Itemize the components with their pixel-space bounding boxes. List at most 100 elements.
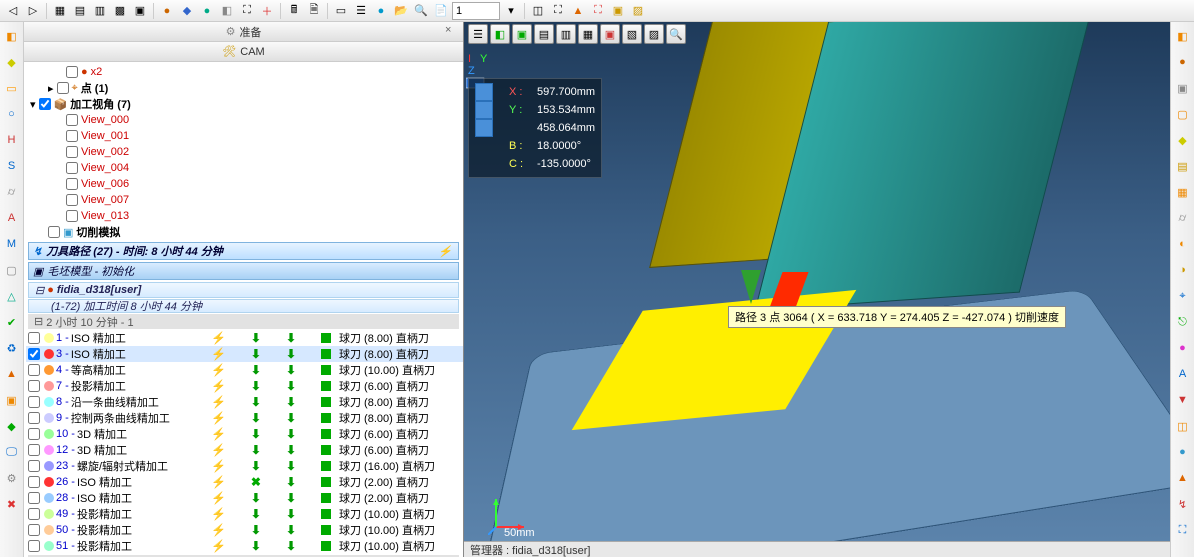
op-checkbox[interactable] — [28, 540, 40, 552]
op-row-4[interactable]: 4 - 等高精加工⚡⬇⬇球刀 (10.00) 直柄刀 — [26, 362, 463, 378]
cam-header[interactable]: 🛠 CAM — [24, 42, 463, 62]
rail-tri-icon[interactable]: ▲ — [2, 364, 22, 384]
rr-cube-icon[interactable]: ◧ — [1173, 26, 1193, 46]
rr-pink-icon[interactable]: ● — [1173, 338, 1193, 358]
time-group-1[interactable]: ⊟ 2 小时 10 分钟 - 1 — [28, 314, 459, 329]
viewport-3d[interactable]: ☰ ◧ ▣ ▤ ▥ ▦ ▣ ▧ ▨ 🔍 IYZ X :597.700mm Y :… — [464, 22, 1170, 557]
rail-green-icon[interactable]: ◆ — [2, 416, 22, 436]
layer-icon[interactable]: ▭ — [332, 2, 350, 20]
op-checkbox[interactable] — [28, 364, 40, 376]
rr-half-icon[interactable]: ◐ — [1173, 234, 1193, 254]
op-checkbox[interactable] — [28, 380, 40, 392]
rail-cube-icon[interactable]: ◧ — [2, 26, 22, 46]
op-row-7[interactable]: 7 - 投影精加工⚡⬇⬇球刀 (6.00) 直柄刀 — [26, 378, 463, 394]
tree-view-2[interactable]: View_002 — [62, 144, 463, 160]
rr-orange-icon[interactable]: ▦ — [1173, 182, 1193, 202]
op-row-3[interactable]: 3 - ISO 精加工⚡⬇⬇球刀 (8.00) 直柄刀 — [26, 346, 463, 362]
rail-box-icon[interactable]: ▢ — [2, 260, 22, 280]
rail-s-icon[interactable]: S — [2, 156, 22, 176]
rail-recyc-icon[interactable]: ♻ — [2, 338, 22, 358]
op-row-23[interactable]: 23 - 螺旋/辐射式精加工⚡⬇⬇球刀 (16.00) 直柄刀 — [26, 458, 463, 474]
rail-yellow-icon[interactable]: ◆ — [2, 52, 22, 72]
viewfolder-checkbox[interactable] — [39, 98, 51, 110]
open-icon[interactable]: 📂 — [392, 2, 410, 20]
view-checkbox[interactable] — [66, 146, 78, 158]
op-checkbox[interactable] — [28, 492, 40, 504]
point-checkbox[interactable] — [57, 82, 69, 94]
red-cube-icon[interactable]: ▣ — [600, 24, 620, 44]
op-checkbox[interactable] — [28, 332, 40, 344]
rr-half2-icon[interactable]: ◑ — [1173, 260, 1193, 280]
op-checkbox[interactable] — [28, 524, 40, 536]
gray-cube3-icon[interactable]: ▦ — [578, 24, 598, 44]
gray-cube5-icon[interactable]: ▨ — [644, 24, 664, 44]
view-checkbox[interactable] — [66, 194, 78, 206]
grid1-icon[interactable]: ▦ — [51, 2, 69, 20]
op-checkbox[interactable] — [28, 508, 40, 520]
poly-icon[interactable]: ◆ — [178, 2, 196, 20]
red-fit-icon[interactable]: ⛶ — [589, 2, 607, 20]
rr-yellow-icon[interactable]: ◆ — [1173, 130, 1193, 150]
op-row-51[interactable]: 51 - 投影精加工⚡⬇⬇球刀 (10.00) 直柄刀 — [26, 538, 463, 554]
rail-x-icon[interactable]: ✖ — [2, 494, 22, 514]
view-checkbox[interactable] — [66, 210, 78, 222]
zoom-icon[interactable]: 🔍 — [412, 2, 430, 20]
rr-blue-icon[interactable]: ● — [1173, 442, 1193, 462]
op-checkbox[interactable] — [28, 348, 40, 360]
rail-h-icon[interactable]: H — [2, 130, 22, 150]
rail-cyl-icon[interactable]: ⌭ — [2, 182, 22, 202]
op-row-26[interactable]: 26 - ISO 精加工⚡✖⬇球刀 (2.00) 直柄刀 — [26, 474, 463, 490]
tree-point[interactable]: ▸ ⌖ 点 (1) — [44, 80, 463, 96]
tree-view-1[interactable]: View_001 — [62, 128, 463, 144]
rr-ball-icon[interactable]: ● — [1173, 52, 1193, 72]
rr-fit-icon[interactable]: ⛶ — [1173, 520, 1193, 540]
tree-view-4[interactable]: View_006 — [62, 176, 463, 192]
rail-check-icon[interactable]: ✔ — [2, 312, 22, 332]
gray-cube4-icon[interactable]: ▧ — [622, 24, 642, 44]
minus-icon[interactable]: ⊟ — [35, 284, 44, 297]
green-cube-icon[interactable]: ▣ — [512, 24, 532, 44]
x-cube-icon[interactable] — [475, 83, 493, 101]
rr-link-icon[interactable]: ⎋ — [1173, 312, 1193, 332]
ball1-icon[interactable]: ● — [158, 2, 176, 20]
tree-body[interactable]: ● x2 ▸ ⌖ 点 (1) ▾ 📦 加工视角 (7) View_000View… — [24, 62, 463, 557]
tree-view-6[interactable]: View_013 — [62, 208, 463, 224]
minus2-icon[interactable]: ⊟ — [34, 315, 43, 328]
toolpath-group[interactable]: ↯ 刀具路径 (27) - 时间: 8 小时 44 分钟 ⚡ — [28, 242, 459, 260]
op-checkbox[interactable] — [28, 444, 40, 456]
ball2-icon[interactable]: ● — [198, 2, 216, 20]
stock-group[interactable]: ▣ 毛坯模型 - 初始化 — [28, 262, 459, 280]
op-row-28[interactable]: 28 - ISO 精加工⚡⬇⬇球刀 (2.00) 直柄刀 — [26, 490, 463, 506]
op-checkbox[interactable] — [28, 412, 40, 424]
view-checkbox[interactable] — [66, 178, 78, 190]
z-cube-icon[interactable] — [475, 119, 493, 137]
y-cube-icon[interactable] — [475, 101, 493, 119]
rr-down-icon[interactable]: ▼ — [1173, 390, 1193, 410]
tree-view-0[interactable]: View_000 — [62, 112, 463, 128]
gray-cube1-icon[interactable]: ▤ — [534, 24, 554, 44]
grid3-icon[interactable]: ▥ — [91, 2, 109, 20]
op-row-9[interactable]: 9 - 控制两条曲线精加工⚡⬇⬇球刀 (8.00) 直柄刀 — [26, 410, 463, 426]
fit2-icon[interactable]: ⛶ — [549, 2, 567, 20]
grid4-icon[interactable]: ▩ — [111, 2, 129, 20]
gold-box2-icon[interactable]: ▨ — [629, 2, 647, 20]
ball3-icon[interactable]: ● — [372, 2, 390, 20]
op-row-49[interactable]: 49 - 投影精加工⚡⬇⬇球刀 (10.00) 直柄刀 — [26, 506, 463, 522]
iso-cube-icon[interactable]: ◧ — [490, 24, 510, 44]
calc-icon[interactable]: 🖩 — [285, 2, 303, 20]
tree-x2[interactable]: ● x2 — [62, 64, 463, 80]
tree-view-5[interactable]: View_007 — [62, 192, 463, 208]
op-checkbox[interactable] — [28, 428, 40, 440]
rr-gold-icon[interactable]: ▤ — [1173, 156, 1193, 176]
page-icon[interactable]: 📄 — [432, 2, 450, 20]
rail-face-icon[interactable]: ▭ — [2, 78, 22, 98]
rr-warn-icon[interactable]: ▲ — [1173, 468, 1193, 488]
prep-header[interactable]: ⚙ 准备 × — [24, 22, 463, 42]
rail-a-icon[interactable]: A — [2, 208, 22, 228]
cube-icon[interactable]: ◧ — [218, 2, 236, 20]
rail-mon-icon[interactable]: 🖵 — [2, 442, 22, 462]
tree-cutsim[interactable]: ▣ 切削模拟 — [44, 224, 463, 240]
rail-gear-icon[interactable]: ⚙ — [2, 468, 22, 488]
rr-gray-icon[interactable]: ▣ — [1173, 78, 1193, 98]
fit-icon[interactable]: ⛶ — [238, 2, 256, 20]
